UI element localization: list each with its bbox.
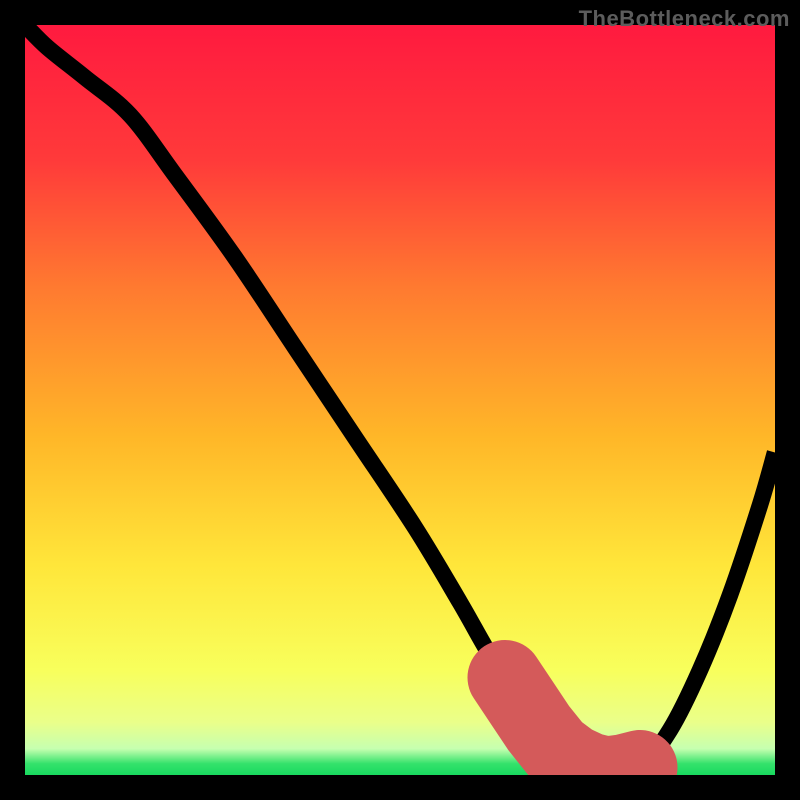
plot-area bbox=[25, 25, 775, 775]
bottleneck-curve bbox=[25, 25, 775, 775]
chart-overlay bbox=[25, 25, 775, 775]
chart-stage: TheBottleneck.com bbox=[0, 0, 800, 800]
optimal-range-marker bbox=[505, 678, 640, 775]
watermark-text: TheBottleneck.com bbox=[579, 6, 790, 32]
